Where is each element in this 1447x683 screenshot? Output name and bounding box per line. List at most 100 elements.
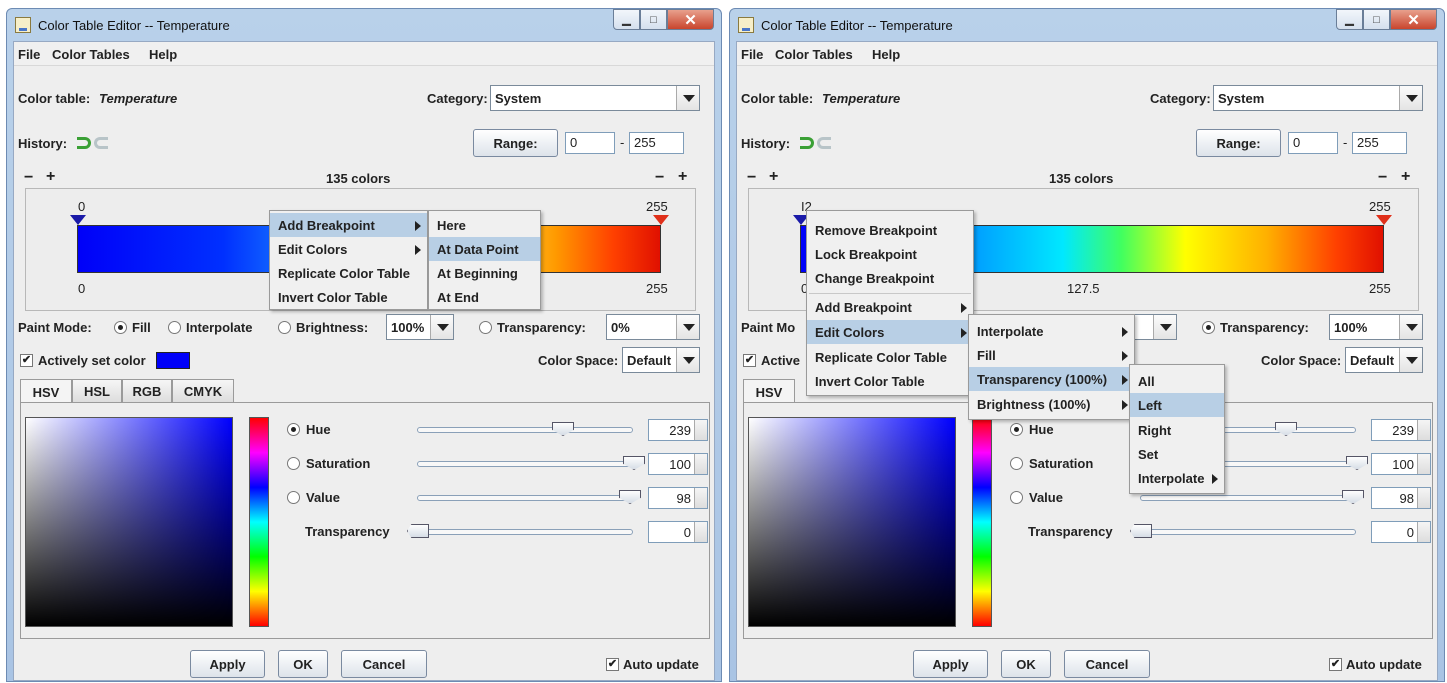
- redo-icon[interactable]: [817, 137, 831, 149]
- transparency-select[interactable]: 0%: [606, 314, 700, 340]
- actively-set-checkbox[interactable]: ✔: [20, 354, 33, 367]
- interpolate-radio[interactable]: [168, 321, 181, 334]
- add-left-icon[interactable]: +: [769, 168, 778, 186]
- slider-thumb-saturation[interactable]: [623, 456, 645, 470]
- range-max-field[interactable]: 255: [629, 132, 684, 154]
- range-min-field[interactable]: 0: [1288, 132, 1338, 154]
- slider-track-value[interactable]: [1140, 495, 1356, 501]
- hue-strip[interactable]: [249, 417, 269, 627]
- slider-track-value[interactable]: [417, 495, 633, 501]
- apply-button[interactable]: Apply: [190, 650, 265, 678]
- remove-right-icon[interactable]: −: [655, 169, 664, 187]
- undo-icon[interactable]: [800, 137, 814, 149]
- slider-track-hue[interactable]: [417, 427, 633, 433]
- menu-item-change-breakpoint[interactable]: Change Breakpoint: [807, 266, 973, 290]
- menu-item-edit-colors[interactable]: Edit Colors: [807, 320, 973, 344]
- tab-hsl[interactable]: HSL: [72, 379, 122, 403]
- slider-radio-hue[interactable]: [1010, 423, 1023, 436]
- spinner-transparency[interactable]: 0: [1371, 521, 1431, 543]
- breakpoint-right-marker[interactable]: [653, 215, 669, 225]
- category-select[interactable]: System: [490, 85, 700, 111]
- spinner-value[interactable]: 98: [648, 487, 708, 509]
- cancel-button[interactable]: Cancel: [341, 650, 427, 678]
- brightness-select[interactable]: 100%: [386, 314, 454, 340]
- maximize-button[interactable]: □: [1363, 9, 1390, 30]
- menu-item-add-breakpoint[interactable]: Add Breakpoint: [270, 213, 427, 237]
- auto-update-checkbox[interactable]: ✔: [606, 658, 619, 671]
- tab-hsv[interactable]: HSV: [20, 379, 72, 404]
- slider-thumb-hue[interactable]: [552, 422, 574, 436]
- fill-radio[interactable]: [114, 321, 127, 334]
- ok-button[interactable]: OK: [278, 650, 328, 678]
- apply-button[interactable]: Apply: [913, 650, 988, 678]
- menu-item-invert[interactable]: Invert Color Table: [807, 369, 973, 393]
- menu-item-interpolate[interactable]: Interpolate: [969, 319, 1134, 343]
- spinner-saturation[interactable]: 100: [648, 453, 708, 475]
- menu-color-tables[interactable]: Color Tables: [775, 47, 853, 62]
- slider-radio-saturation[interactable]: [287, 457, 300, 470]
- remove-right-icon[interactable]: −: [1378, 169, 1387, 187]
- tab-cmyk[interactable]: CMYK: [172, 379, 234, 403]
- menu-item-at-end[interactable]: At End: [429, 285, 540, 309]
- menu-item-right[interactable]: Right: [1130, 418, 1224, 442]
- menu-item-left[interactable]: Left: [1130, 393, 1224, 417]
- undo-icon[interactable]: [77, 137, 91, 149]
- menu-file[interactable]: File: [741, 47, 763, 62]
- menu-item-set[interactable]: Set: [1130, 442, 1224, 466]
- close-button[interactable]: ✕: [667, 9, 714, 30]
- slider-track-transparency[interactable]: [417, 529, 633, 535]
- brightness-radio[interactable]: [278, 321, 291, 334]
- spinner-saturation[interactable]: 100: [1371, 453, 1431, 475]
- title-bar[interactable]: Color Table Editor -- Temperature ▁ □ ✕: [7, 9, 721, 41]
- breakpoint-left-marker[interactable]: [70, 215, 86, 225]
- cancel-button[interactable]: Cancel: [1064, 650, 1150, 678]
- menu-file[interactable]: File: [18, 47, 40, 62]
- menu-color-tables[interactable]: Color Tables: [52, 47, 130, 62]
- actively-set-checkbox[interactable]: ✔: [743, 354, 756, 367]
- range-button[interactable]: Range:: [1196, 129, 1281, 157]
- transparency-radio[interactable]: [1202, 321, 1215, 334]
- slider-thumb-transparency[interactable]: [407, 524, 429, 538]
- menu-item-replicate[interactable]: Replicate Color Table: [807, 345, 973, 369]
- breakpoint-right-marker[interactable]: [1376, 215, 1392, 225]
- transparency-select[interactable]: 100%: [1329, 314, 1423, 340]
- slider-radio-hue[interactable]: [287, 423, 300, 436]
- slider-radio-value[interactable]: [1010, 491, 1023, 504]
- add-right-icon[interactable]: +: [1401, 168, 1410, 186]
- add-left-icon[interactable]: +: [46, 168, 55, 186]
- range-button[interactable]: Range:: [473, 129, 558, 157]
- saturation-value-square[interactable]: [25, 417, 233, 627]
- menu-item-transparency[interactable]: Transparency (100%): [969, 367, 1134, 391]
- title-bar[interactable]: Color Table Editor -- Temperature ▁ □ ✕: [730, 9, 1444, 41]
- slider-thumb-saturation[interactable]: [1346, 456, 1368, 470]
- tab-hsv[interactable]: HSV: [743, 379, 795, 404]
- menu-item-all[interactable]: All: [1130, 369, 1224, 393]
- menu-item-invert[interactable]: Invert Color Table: [270, 285, 427, 309]
- menu-item-replicate[interactable]: Replicate Color Table: [270, 261, 427, 285]
- menu-item-here[interactable]: Here: [429, 213, 540, 237]
- slider-thumb-transparency[interactable]: [1130, 524, 1152, 538]
- active-color-swatch[interactable]: [156, 352, 190, 369]
- slider-thumb-hue[interactable]: [1275, 422, 1297, 436]
- spinner-hue[interactable]: 239: [648, 419, 708, 441]
- slider-track-transparency[interactable]: [1140, 529, 1356, 535]
- spinner-value[interactable]: 98: [1371, 487, 1431, 509]
- menu-item-edit-colors[interactable]: Edit Colors: [270, 237, 427, 261]
- range-min-field[interactable]: 0: [565, 132, 615, 154]
- maximize-button[interactable]: □: [640, 9, 667, 30]
- add-right-icon[interactable]: +: [678, 168, 687, 186]
- tab-rgb[interactable]: RGB: [122, 379, 172, 403]
- menu-item-brightness[interactable]: Brightness (100%): [969, 392, 1134, 416]
- slider-thumb-value[interactable]: [619, 490, 641, 504]
- menu-help[interactable]: Help: [149, 47, 177, 62]
- menu-item-fill[interactable]: Fill: [969, 343, 1134, 367]
- menu-item-interpolate-sub[interactable]: Interpolate: [1130, 466, 1224, 490]
- ok-button[interactable]: OK: [1001, 650, 1051, 678]
- minimize-button[interactable]: ▁: [613, 9, 640, 30]
- menu-help[interactable]: Help: [872, 47, 900, 62]
- menu-item-at-data-point[interactable]: At Data Point: [429, 237, 540, 261]
- slider-thumb-value[interactable]: [1342, 490, 1364, 504]
- menu-item-at-beginning[interactable]: At Beginning: [429, 261, 540, 285]
- hue-strip[interactable]: [972, 417, 992, 627]
- category-select[interactable]: System: [1213, 85, 1423, 111]
